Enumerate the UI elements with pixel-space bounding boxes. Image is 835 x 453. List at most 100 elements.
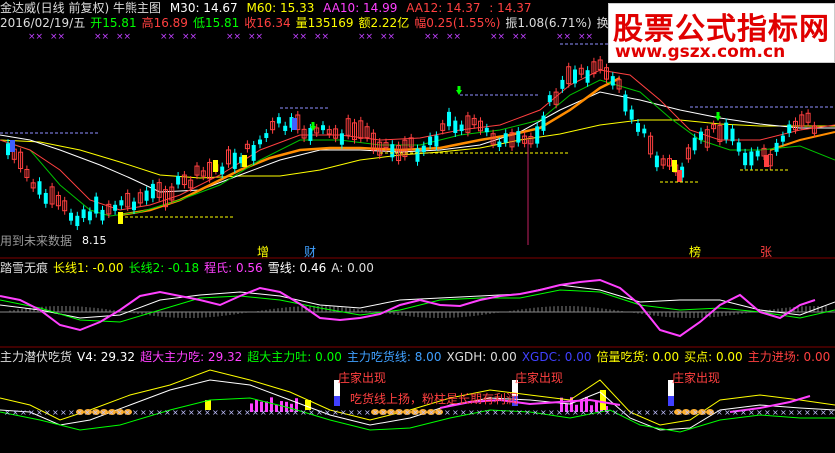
p3-xmark: × [756, 408, 763, 417]
candle-body-down [87, 211, 92, 221]
event-bang[interactable]: 榜 [689, 243, 701, 260]
candle-body-down [6, 143, 10, 156]
p3-xmark: × [412, 408, 419, 417]
p3-xmark: × [140, 408, 147, 417]
panel2-field-1: 长线1: -0.00 [53, 261, 124, 275]
panel3-field-6: XGDC: 0.00 [521, 350, 592, 364]
candle-body-down [264, 133, 269, 138]
candle-body-down [774, 142, 779, 152]
p3-xmark: × [308, 408, 315, 417]
event-zhang[interactable]: 张 [760, 243, 772, 260]
top-marker: ×× [248, 32, 263, 42]
p3-xmark: × [460, 408, 467, 417]
p3-xmark: × [764, 408, 771, 417]
candle-body-down [144, 190, 149, 201]
p3-xmark: × [532, 408, 539, 417]
candle-body-down [453, 120, 458, 134]
p3-xmark: × [644, 408, 651, 417]
p3-xmark: × [340, 408, 347, 417]
candle-body-down [787, 124, 792, 134]
candle-body-down [415, 148, 420, 162]
candle-body-down [642, 128, 647, 134]
signal-candle [242, 155, 247, 167]
p3-xmark: × [292, 408, 299, 417]
p3-signal-bar [668, 396, 674, 406]
panel3-header: 主力潜伏吃货 V4: 29.32 超大主力吃: 29.32 超大主力吐: 0.00 主力… [0, 350, 835, 364]
p3-xmark: × [12, 408, 19, 417]
panel2-field-3: 程氏: 0.56 [204, 261, 263, 275]
p3-xmark: × [76, 408, 83, 417]
candle-body-down [749, 151, 754, 166]
panel2-field-2: 长线2: -0.18 [128, 261, 200, 275]
candle-body-down [610, 76, 615, 86]
p3-xmark: × [684, 408, 691, 417]
low-value-label: 8.15 [82, 234, 107, 247]
top-marker: ×× [116, 32, 131, 42]
signal-candle [677, 170, 682, 182]
top-markers: ×× ×× ×× ×× ×× ×× ×× ×× ×× ×× ×× ×× ×× ×× ×× ×× ×× ×× [28, 32, 593, 42]
p3-xmark: × [356, 408, 363, 417]
p3-xmark: × [772, 408, 779, 417]
candle-body-down [503, 133, 508, 143]
candle-body-down [220, 166, 225, 175]
candle-body-down [560, 79, 565, 89]
candle-body-down [459, 124, 464, 132]
candlestick-series [6, 56, 817, 231]
p3-xmark: × [548, 408, 555, 417]
p3-xmark: × [396, 408, 403, 417]
p3-xmark: × [564, 408, 571, 417]
top-marker: ×× [490, 32, 505, 42]
p3-xmark: × [452, 408, 459, 417]
p3-xmark: × [788, 408, 795, 417]
p3-xmark: × [20, 408, 27, 417]
p3-xmark: × [156, 408, 163, 417]
p3-xmark: × [516, 408, 523, 417]
p3-signal-bar [334, 396, 340, 406]
p3-xmark: × [36, 408, 43, 417]
p3-xmark: × [596, 408, 603, 417]
panel3-field-8: 买点: 0.00 [684, 350, 743, 364]
p3-xmark: × [244, 408, 251, 417]
event-cai[interactable]: 财 [304, 243, 316, 260]
p3-xmark: × [724, 408, 731, 417]
candle-body-down [447, 111, 451, 127]
p3-xmark: × [4, 408, 11, 417]
p3-xmark: × [748, 408, 755, 417]
top-marker: ×× [380, 32, 395, 42]
panel3-field-5: XGDH: 0.00 [446, 350, 517, 364]
p3-xmark: × [28, 408, 35, 417]
signal-zhuangjia-3: 庄家出现 [672, 371, 721, 385]
candle-body-down [736, 142, 741, 152]
p3-xmark: × [100, 408, 107, 417]
candle-body-down [113, 204, 118, 211]
p3-xmark: × [188, 408, 195, 417]
panel3-markers: × × × × × × × × × × × × × × × × × × × × × × × × × × × × × × × × × × × × × × × ×… [4, 408, 835, 417]
candle-body-down [390, 144, 395, 158]
p3-xmark: × [148, 408, 155, 417]
candle-body-down [75, 215, 80, 227]
p3-xmark: × [348, 408, 355, 417]
candle-body-down [699, 131, 703, 140]
p3-xmark: × [92, 408, 99, 417]
p3-xmark: × [252, 408, 259, 417]
p3-xmark: × [268, 408, 275, 417]
signal-candle [292, 118, 297, 130]
p3-xmark: × [444, 408, 451, 417]
p3-xmark: × [108, 408, 115, 417]
candle-body-down [251, 145, 256, 161]
p3-xmark: × [220, 408, 227, 417]
p3-xmark: × [284, 408, 291, 417]
p3-xmark: × [380, 408, 387, 417]
candle-body-down [743, 152, 748, 166]
candle-body-down [100, 209, 105, 221]
panel3-field-2: 超大主力吃: 29.32 [140, 350, 243, 364]
candle-body-down [585, 70, 590, 83]
event-zeng[interactable]: 增 [257, 243, 269, 260]
signal-candle [672, 160, 677, 172]
p3-xmark: × [796, 408, 803, 417]
p3-xmark: × [780, 408, 787, 417]
p3-xmark: × [324, 408, 331, 417]
signal-candle [10, 140, 15, 152]
p3-xmark: × [60, 408, 67, 417]
p3-xmark: × [404, 408, 411, 417]
